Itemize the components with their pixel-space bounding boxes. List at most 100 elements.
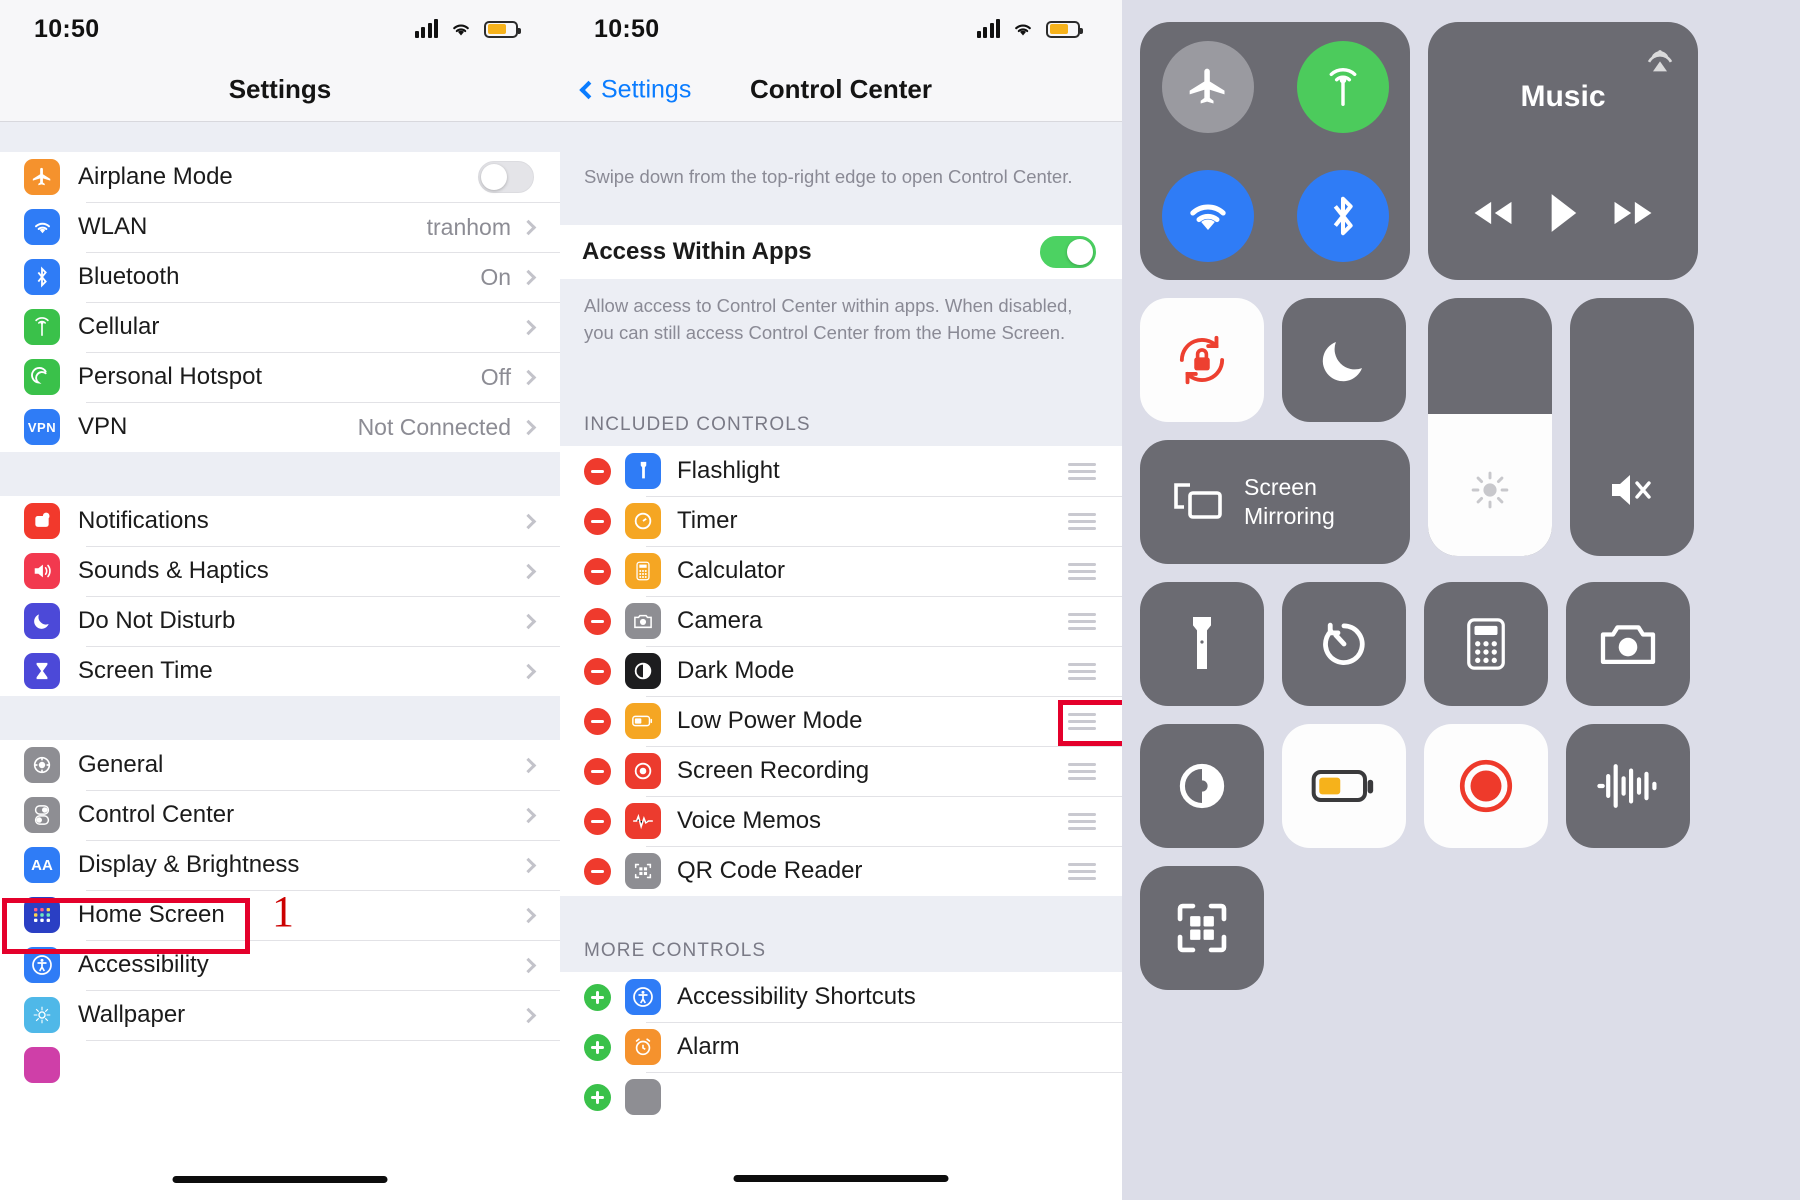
reorder-handle[interactable] [1068,562,1096,580]
timer-tile[interactable] [1282,582,1406,706]
list-item[interactable]: Alarm [560,1022,1122,1073]
wifi-toggle[interactable] [1161,169,1254,262]
screen-mirroring-tile[interactable]: Screen Mirroring [1140,440,1410,564]
sidebar-item-wlan[interactable]: WLAN tranhom [0,202,560,252]
list-item[interactable]: QR Code Reader [560,846,1122,897]
sidebar-item-personal-hotspot[interactable]: Personal Hotspot Off [0,352,560,402]
list-item-label: QR Code Reader [677,857,863,885]
sidebar-item-label: Sounds & Haptics [78,557,269,584]
list-item[interactable]: Timer [560,496,1122,547]
settings-list[interactable]: Airplane Mode WLAN tranhom Bluetooth On … [0,122,560,1200]
cc-row-top: Music [1140,22,1782,280]
airplane-mode-toggle[interactable] [1161,40,1254,133]
airplay-icon[interactable] [1640,38,1680,78]
qr-code-reader-tile[interactable] [1140,866,1264,990]
list-item[interactable]: Low Power Mode [560,696,1122,747]
add-control-button[interactable] [584,1083,611,1111]
reorder-handle[interactable] [1068,512,1096,530]
fast-forward-icon[interactable] [1609,196,1657,230]
remove-control-button[interactable] [584,607,611,635]
list-item[interactable]: Dark Mode [560,646,1122,697]
airplane-icon [24,159,60,195]
screen-recording-tile[interactable] [1424,724,1548,848]
remove-control-button[interactable] [584,707,611,735]
low-power-mode-tile[interactable] [1282,724,1406,848]
reorder-handle[interactable] [1068,762,1096,780]
reorder-handle[interactable] [1068,862,1096,880]
dark-mode-tile[interactable] [1140,724,1264,848]
add-control-button[interactable] [584,1033,611,1061]
reorder-handle[interactable] [1068,612,1096,630]
sidebar-item-sounds-haptics[interactable]: Sounds & Haptics [0,546,560,596]
sidebar-item-screen-time[interactable]: Screen Time [0,646,560,696]
control-center-settings-list[interactable]: Swipe down from the top-right edge to op… [560,122,1122,1200]
sidebar-item-label: Control Center [78,801,235,828]
sidebar-item-partial[interactable] [0,1040,560,1090]
voice-memos-icon [625,803,661,840]
sidebar-item-accessibility[interactable]: Accessibility [0,940,560,990]
sidebar-item-vpn[interactable]: VPN VPN Not Connected [0,402,560,452]
list-item[interactable]: Accessibility Shortcuts [560,972,1122,1023]
list-item[interactable]: Calculator [560,546,1122,597]
connectivity-card [1140,22,1410,280]
sidebar-item-do-not-disturb[interactable]: Do Not Disturb [0,596,560,646]
sidebar-item-airplane-mode[interactable]: Airplane Mode [0,152,560,202]
cellular-data-toggle[interactable] [1296,40,1389,133]
play-icon[interactable] [1546,192,1580,234]
music-card[interactable]: Music [1428,22,1698,280]
remove-control-button[interactable] [584,807,611,835]
flashlight-icon [1193,617,1211,669]
camera-tile[interactable] [1566,582,1690,706]
wifi-icon [24,209,60,245]
brightness-slider[interactable] [1428,298,1552,556]
rotation-lock-toggle[interactable] [1140,298,1264,422]
remove-control-button[interactable] [584,657,611,685]
page-title: Control Center [750,74,932,104]
access-within-apps-toggle[interactable] [1040,235,1096,268]
reorder-handle[interactable] [1068,662,1096,680]
remove-control-button[interactable] [584,557,611,585]
list-item[interactable]: Flashlight [560,446,1122,497]
sidebar-item-notifications[interactable]: Notifications [0,496,560,546]
sidebar-item-general[interactable]: General [0,740,560,790]
chevron-right-icon [520,1007,537,1023]
music-title: Music [1520,80,1606,113]
siri-icon [24,1047,60,1083]
remove-control-button[interactable] [584,457,611,485]
remove-control-button[interactable] [584,757,611,785]
sidebar-item-bluetooth[interactable]: Bluetooth On [0,252,560,302]
voice-memos-tile[interactable] [1566,724,1690,848]
reorder-handle[interactable] [1068,712,1096,730]
list-item-partial[interactable] [560,1072,1122,1123]
reorder-handle[interactable] [1068,462,1096,480]
sidebar-item-cellular[interactable]: Cellular [0,302,560,352]
add-control-button[interactable] [584,983,611,1011]
back-button[interactable]: Settings [579,75,691,104]
remove-control-button[interactable] [584,507,611,535]
access-within-apps-row[interactable]: Access Within Apps [560,224,1122,279]
calculator-tile[interactable] [1424,582,1548,706]
chevron-right-icon [520,663,537,679]
remove-control-button[interactable] [584,857,611,885]
airplane-mode-toggle[interactable] [478,161,534,193]
gear-icon [24,747,60,783]
list-item[interactable]: Voice Memos [560,796,1122,847]
bluetooth-toggle[interactable] [1296,169,1389,262]
chevron-right-icon [520,269,537,285]
chevron-right-icon [520,419,537,435]
chevron-right-icon [520,807,537,823]
rewind-icon[interactable] [1469,196,1517,230]
sidebar-item-control-center[interactable]: Control Center [0,790,560,840]
do-not-disturb-toggle[interactable] [1282,298,1406,422]
battery-icon [1046,20,1083,38]
list-item[interactable]: Camera [560,596,1122,647]
sidebar-item-label: Airplane Mode [78,163,233,190]
sidebar-item-display-brightness[interactable]: AA Display & Brightness [0,840,560,890]
volume-slider[interactable] [1570,298,1694,556]
list-item-screen-recording[interactable]: Screen Recording [560,746,1122,797]
flashlight-tile[interactable] [1140,582,1264,706]
hotspot-icon [24,359,60,395]
control-center-icon [24,797,60,833]
sidebar-item-wallpaper[interactable]: Wallpaper [0,990,560,1040]
reorder-handle[interactable] [1068,812,1096,830]
